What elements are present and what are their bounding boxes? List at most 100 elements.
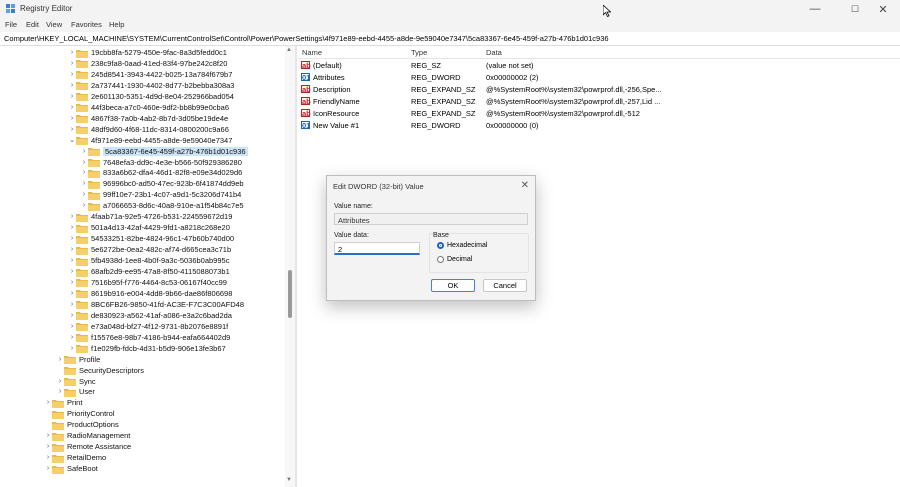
tree-item[interactable]: PriorityControl (44, 408, 115, 419)
tree-item[interactable]: › 2e601130-5351-4d9d-8e04-252966bad054 (68, 91, 234, 102)
tree-item[interactable]: › Profile (56, 354, 100, 365)
column-data-header[interactable]: Data (486, 48, 502, 57)
cancel-button[interactable]: Cancel (483, 279, 527, 292)
close-button[interactable]: ✕ (866, 0, 900, 18)
value-row[interactable]: ab IconResource REG_EXPAND_SZ @%SystemRoot%… (298, 107, 900, 119)
tree-item[interactable]: SecurityDescriptors (56, 365, 144, 376)
tree-item[interactable]: › 19cbb8fa-5279-450e-9fac-8a3d5fedd0c1 (68, 47, 227, 58)
hexadecimal-radio[interactable]: Hexadecimal (437, 242, 487, 249)
chevron-right-icon[interactable]: › (44, 432, 52, 439)
chevron-right-icon[interactable]: › (80, 159, 88, 166)
scrollbar-thumb[interactable] (288, 270, 292, 318)
tree-item[interactable]: › 5ca83367-6e45-459f-a27b-476b1d01c936 (80, 146, 248, 157)
tree-item[interactable]: › 238c9fa8-0aad-41ed-83f4-97be242c8f20 (68, 58, 227, 69)
tree-item[interactable]: › e73a048d-bf27-4f12-9731-8b2076e8891f (68, 321, 228, 332)
tree-item[interactable]: › 8BC6FB26-9850-41fd-AC3E-F7C3C00AFD48 (68, 299, 244, 310)
tree-item[interactable]: › 68afb2d9-ee95-47a8-8f50-4115088073b1 (68, 266, 230, 277)
chevron-right-icon[interactable]: › (68, 312, 76, 319)
chevron-right-icon[interactable]: › (68, 93, 76, 100)
scroll-down-icon[interactable]: ▼ (286, 477, 292, 483)
tree-item[interactable]: › 44f3beca-a7c0-460e-9df2-bb8b99e0cba6 (68, 102, 229, 113)
chevron-right-icon[interactable]: › (68, 246, 76, 253)
tree-item[interactable]: › 2a737441-1930-4402-8d77-b2bebba308a3 (68, 80, 234, 91)
tree-item[interactable]: › 99ff10e7-23b1-4c07-a9d1-5c3206d741b4 (80, 189, 241, 200)
value-data-input[interactable]: 2 (334, 242, 420, 255)
tree-item[interactable]: › 54533251-82be-4824-96c1-47b60b740d00 (68, 233, 234, 244)
tree-item[interactable]: › 48df9d60-4f68-11dc-8314-0800200c9a66 (68, 124, 229, 135)
tree-item[interactable]: › 501a4d13-42af-4429-9fd1-a8218c268e20 (68, 222, 230, 233)
chevron-right-icon[interactable]: › (68, 60, 76, 67)
value-row[interactable]: ab (Default) REG_SZ (value not set) (298, 59, 900, 71)
tree-item[interactable]: › Sync (56, 376, 96, 387)
tree-item[interactable]: › Print (44, 397, 82, 408)
menu-favorites[interactable]: Favorites (71, 20, 102, 29)
chevron-right-icon[interactable]: › (80, 191, 88, 198)
chevron-right-icon[interactable]: › (44, 399, 52, 406)
tree-item[interactable]: › de830923-a562-41af-a086-e3a2c6bad2da (68, 310, 232, 321)
value-row[interactable]: 01 New Value #1 REG_DWORD 0x00000000 (0) (298, 119, 900, 131)
chevron-right-icon[interactable]: › (44, 454, 52, 461)
tree-item[interactable]: › 7648efa3-dd9c-4e3e-b566-50f929386280 (80, 157, 242, 168)
tree-item[interactable]: ProductOptions (44, 419, 119, 430)
address-bar[interactable]: Computer\HKEY_LOCAL_MACHINE\SYSTEM\Curre… (0, 32, 900, 46)
chevron-right-icon[interactable]: › (80, 148, 88, 155)
decimal-radio[interactable]: Decimal (437, 256, 472, 263)
chevron-right-icon[interactable]: › (56, 378, 64, 385)
value-row[interactable]: 01 Attributes REG_DWORD 0x00000002 (2) (298, 71, 900, 83)
chevron-right-icon[interactable]: › (44, 465, 52, 472)
chevron-right-icon[interactable]: › (68, 279, 76, 286)
menu-file[interactable]: File (5, 20, 17, 29)
tree-item[interactable]: › RetailDemo (44, 452, 106, 463)
chevron-right-icon[interactable]: › (68, 290, 76, 297)
chevron-right-icon[interactable]: › (80, 202, 88, 209)
tree-item[interactable]: ⌄ 4f971e89-eebd-4455-a8de-9e59040e7347 (68, 135, 232, 146)
address-path[interactable]: Computer\HKEY_LOCAL_MACHINE\SYSTEM\Curre… (4, 34, 609, 43)
column-type-header[interactable]: Type (411, 48, 427, 57)
chevron-down-icon[interactable]: ⌄ (68, 136, 76, 144)
chevron-right-icon[interactable]: › (56, 356, 64, 363)
chevron-right-icon[interactable]: › (68, 82, 76, 89)
tree-item[interactable]: › 245d8541-3943-4422-b025-13a784f679b7 (68, 69, 232, 80)
scroll-up-icon[interactable]: ▲ (286, 47, 292, 53)
tree-item[interactable]: › a7066653-8d6c-40a8-910e-a1f54b84c7e5 (80, 200, 244, 211)
chevron-right-icon[interactable]: › (68, 71, 76, 78)
chevron-right-icon[interactable]: › (68, 301, 76, 308)
chevron-right-icon[interactable]: › (56, 388, 64, 395)
tree-item[interactable]: › 5e6272be-0ea2-482c-af74-d665cea3c71b (68, 244, 231, 255)
tree-item[interactable]: › 4faab71a-92e5-4726-b531-224559672d19 (68, 211, 232, 222)
chevron-right-icon[interactable]: › (68, 334, 76, 341)
chevron-right-icon[interactable]: › (68, 126, 76, 133)
value-row[interactable]: ab Description REG_EXPAND_SZ @%SystemRoot%\… (298, 83, 900, 95)
chevron-right-icon[interactable]: › (68, 104, 76, 111)
key-tree[interactable]: › 19cbb8fa-5279-450e-9fac-8a3d5fedd0c1 › 23… (0, 46, 284, 487)
tree-item[interactable]: › f15576e8-98b7-4186-b944-eafa664402d9 (68, 332, 230, 343)
value-row[interactable]: ab FriendlyName REG_EXPAND_SZ @%SystemRoot%… (298, 95, 900, 107)
tree-item[interactable]: › 96996bc0-ad50-47ec-923b-6f41874dd9eb (80, 178, 244, 189)
tree-item[interactable]: › User (56, 386, 95, 397)
chevron-right-icon[interactable]: › (68, 49, 76, 56)
minimize-button[interactable]: — (798, 0, 832, 18)
tree-item[interactable]: › 7516b95f-f776-4464-8c53-06167f40cc99 (68, 277, 227, 288)
tree-item[interactable]: › RadioManagement (44, 430, 130, 441)
tree-item[interactable]: › SafeBoot (44, 463, 98, 474)
menu-help[interactable]: Help (109, 20, 124, 29)
menu-view[interactable]: View (46, 20, 62, 29)
tree-item[interactable]: › Remote Assistance (44, 441, 131, 452)
chevron-right-icon[interactable]: › (80, 169, 88, 176)
dialog-close-icon[interactable]: ✕ (521, 180, 529, 191)
chevron-right-icon[interactable]: › (68, 268, 76, 275)
pane-splitter[interactable] (295, 46, 297, 487)
tree-scrollbar[interactable]: ▲ ▼ (285, 46, 295, 487)
chevron-right-icon[interactable]: › (68, 213, 76, 220)
tree-item[interactable]: › 4867f38-7a0b-4ab2-8b7d-3d05be19de4e (68, 113, 228, 124)
ok-button[interactable]: OK (431, 279, 475, 292)
column-name-header[interactable]: Name (302, 48, 322, 57)
chevron-right-icon[interactable]: › (68, 235, 76, 242)
chevron-right-icon[interactable]: › (68, 224, 76, 231)
menu-edit[interactable]: Edit (26, 20, 39, 29)
chevron-right-icon[interactable]: › (44, 443, 52, 450)
chevron-right-icon[interactable]: › (68, 345, 76, 352)
chevron-right-icon[interactable]: › (80, 180, 88, 187)
chevron-right-icon[interactable]: › (68, 257, 76, 264)
tree-item[interactable]: › f1e029fb-fdcb-4d31-b5d9-906e13fe3b67 (68, 343, 226, 354)
